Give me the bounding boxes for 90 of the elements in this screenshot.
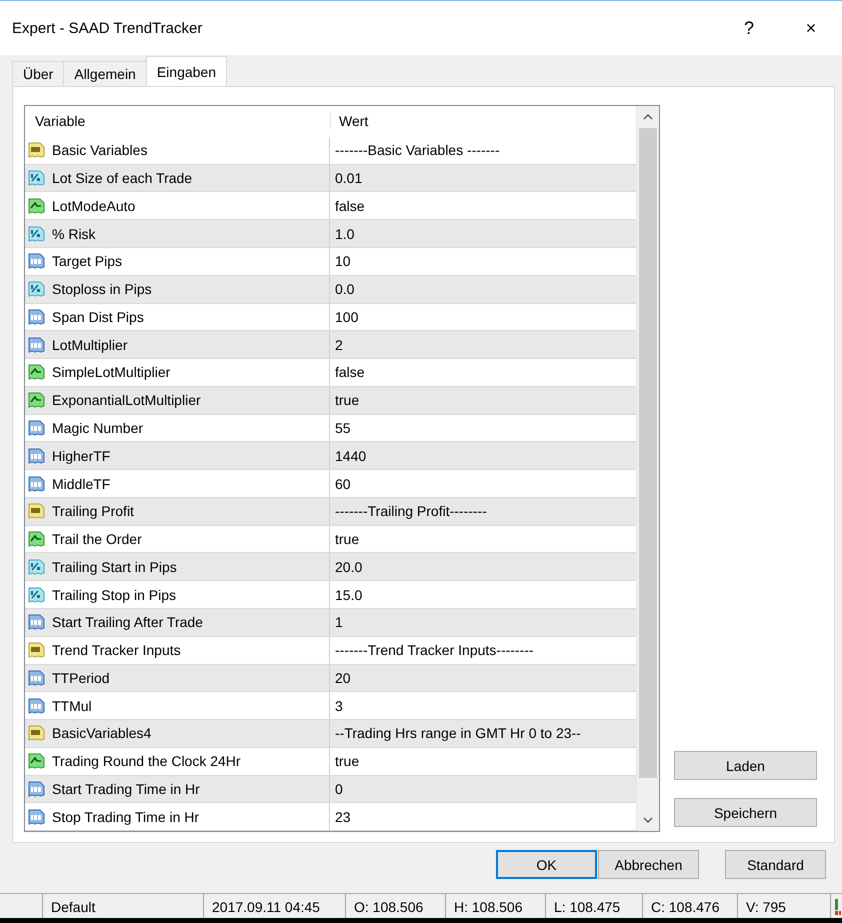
variable-name: Stoploss in Pips	[52, 281, 152, 298]
variable-type-icon	[28, 280, 46, 298]
variable-name: Target Pips	[52, 253, 122, 270]
help-button[interactable]: ?	[718, 18, 780, 38]
variable-type-icon	[28, 613, 46, 632]
variable-value[interactable]: false	[335, 364, 365, 380]
variable-type-icon	[28, 169, 46, 188]
variable-value[interactable]: 20	[335, 670, 351, 686]
variable-value[interactable]: 3	[335, 698, 343, 714]
variable-type-icon	[28, 668, 46, 687]
tab[interactable]: Eingaben	[146, 56, 228, 86]
variable-value[interactable]: true	[335, 753, 360, 770]
variable-value[interactable]: 0.0	[335, 281, 354, 298]
variable-value[interactable]: 20.0	[335, 558, 362, 575]
variable-name: Trailing Stop in Pips	[52, 586, 176, 603]
variable-type-icon	[28, 586, 46, 604]
variable-name: Trailing Profit	[52, 503, 134, 520]
variable-value[interactable]: true	[335, 392, 360, 408]
side-button[interactable]: Laden	[674, 751, 817, 780]
variable-value[interactable]: 100	[335, 308, 358, 325]
variable-name: Trend Tracker Inputs	[52, 642, 181, 658]
variable-type-icon	[28, 502, 46, 520]
variable-value[interactable]: 1.0	[335, 226, 354, 242]
variable-value[interactable]: 1	[335, 614, 343, 630]
variable-type-icon	[28, 141, 46, 160]
window-title: Expert - SAAD TrendTracker	[12, 20, 204, 36]
variable-value[interactable]: true	[335, 531, 360, 548]
variable-value[interactable]: --Trading Hrs range in GMT Hr 0 to 23--	[335, 725, 581, 742]
variable-value[interactable]: 15.0	[335, 586, 362, 603]
variable-name: Basic Variables	[52, 142, 148, 158]
variable-name: BasicVariables4	[52, 725, 152, 742]
variable-type-icon	[28, 780, 46, 798]
scrollbar[interactable]	[636, 106, 659, 831]
variable-value[interactable]: 60	[335, 476, 351, 492]
variable-name: % Risk	[52, 226, 96, 242]
variable-type-icon	[28, 308, 46, 326]
variable-name: Lot Size of each Trade	[52, 170, 192, 186]
variable-type-icon	[28, 752, 46, 770]
variable-type-icon	[28, 336, 46, 354]
dialog-button[interactable]: Abbrechen	[598, 850, 699, 879]
variable-type-icon	[28, 391, 46, 410]
variable-name: Trail the Order	[52, 531, 142, 548]
variable-value[interactable]: 0	[335, 780, 343, 797]
variable-type-icon	[28, 446, 46, 465]
scroll-thumb[interactable]	[639, 128, 657, 778]
variable-type-icon	[28, 196, 46, 215]
variable-name: TTPeriod	[52, 670, 110, 686]
variable-type-icon	[28, 530, 46, 548]
variable-value[interactable]: 1440	[335, 448, 366, 464]
variable-name: Start Trading Time in Hr	[52, 780, 200, 797]
variable-value[interactable]: -------Trend Tracker Inputs--------	[335, 642, 534, 658]
variable-type-icon	[28, 418, 46, 437]
variable-type-icon	[28, 363, 46, 382]
variable-type-icon	[28, 724, 46, 742]
variable-value[interactable]: 10	[335, 253, 351, 270]
close-button[interactable]: ×	[780, 18, 842, 38]
variable-value[interactable]: false	[335, 198, 365, 214]
variable-name: Trailing Start in Pips	[52, 558, 177, 575]
variable-name: HigherTF	[52, 448, 110, 464]
column-header[interactable]: Variable	[25, 113, 330, 130]
variable-type-icon	[28, 224, 46, 243]
side-button[interactable]: Speichern	[674, 798, 817, 827]
variable-name: SimpleLotMultiplier	[52, 364, 170, 380]
variable-type-icon	[28, 696, 46, 715]
variable-name: Trading Round the Clock 24Hr	[52, 753, 241, 770]
variable-type-icon	[28, 808, 46, 826]
dialog-button[interactable]: OK	[496, 850, 597, 879]
variable-type-icon	[28, 558, 46, 576]
signal-bars-icon	[835, 898, 841, 914]
variable-type-icon	[28, 252, 46, 270]
tab[interactable]: Über	[12, 61, 64, 86]
variable-name: MiddleTF	[52, 476, 110, 492]
variable-value[interactable]: 2	[335, 336, 343, 353]
variable-value[interactable]: 23	[335, 808, 351, 825]
variable-value[interactable]: 55	[335, 420, 351, 436]
variable-name: Span Dist Pips	[52, 308, 144, 325]
variable-name: ExponantialLotMultiplier	[52, 392, 201, 408]
variable-name: Start Trailing After Trade	[52, 614, 203, 630]
variable-name: Magic Number	[52, 420, 144, 436]
variable-value[interactable]: -------Trailing Profit--------	[335, 503, 487, 520]
variable-value[interactable]: -------Basic Variables -------	[335, 142, 500, 158]
variable-value[interactable]: 0.01	[335, 170, 362, 186]
column-header[interactable]: Wert	[330, 113, 635, 130]
variable-name: LotMultiplier	[52, 336, 128, 353]
variable-name: Stop Trading Time in Hr	[52, 808, 200, 825]
dialog-button[interactable]: Standard	[725, 850, 826, 879]
variable-type-icon	[28, 474, 46, 493]
variable-type-icon	[28, 641, 46, 660]
variable-name: LotModeAuto	[52, 198, 136, 214]
variable-name: TTMul	[52, 698, 92, 714]
